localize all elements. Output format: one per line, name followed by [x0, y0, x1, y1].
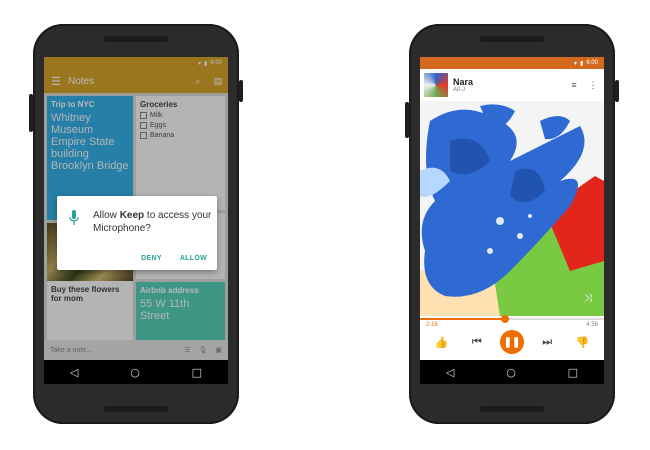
music-screen: ▾ ▮ 6:00 Nara Alt-J ≡ ⋮ ⤨ 2:16 4:56 👍 ⏮ … — [420, 57, 604, 384]
microphone-icon — [69, 210, 79, 225]
dialog-prefix: Allow — [93, 210, 120, 221]
deny-button[interactable]: DENY — [141, 255, 162, 262]
status-time: 6:00 — [586, 60, 598, 66]
signal-icon: ▾ — [573, 60, 577, 67]
dialog-app-name: Keep — [119, 210, 145, 221]
volume-button — [405, 102, 409, 138]
playback-controls: 👍 ⏮ ❚❚ ⏭ 👎 — [420, 330, 604, 354]
album-thumbnail[interactable] — [424, 73, 448, 97]
power-button — [615, 80, 619, 102]
home-icon[interactable]: ○ — [506, 366, 516, 379]
home-icon[interactable]: ○ — [130, 366, 140, 379]
duration-time: 4:56 — [586, 322, 598, 328]
nav-bar: ◁ ○ □ — [420, 360, 604, 384]
previous-icon[interactable]: ⏮ — [465, 336, 489, 349]
next-icon[interactable]: ⏭ — [535, 336, 559, 349]
speaker-grille — [104, 406, 168, 412]
speaker-grille — [480, 36, 544, 42]
back-icon[interactable]: ◁ — [446, 366, 454, 379]
artist-name: Alt-J — [453, 87, 465, 93]
nav-bar: ◁ ○ □ — [44, 360, 228, 384]
progress-knob[interactable] — [500, 315, 509, 323]
permission-dialog: Allow Keep to access your Microphone? DE… — [57, 196, 217, 270]
progress-bar[interactable] — [420, 315, 604, 323]
speaker-grille — [104, 36, 168, 42]
status-icons: ▾ ▮ 6:00 — [420, 57, 604, 69]
pause-button[interactable]: ❚❚ — [499, 330, 524, 354]
back-icon[interactable]: ◁ — [70, 366, 78, 379]
thumbs-up-icon[interactable]: 👍 — [430, 336, 454, 349]
volume-button — [29, 94, 33, 132]
elapsed-time: 2:16 — [426, 322, 438, 328]
recents-icon[interactable]: □ — [568, 366, 578, 379]
shuffle-icon[interactable]: ⤨ — [584, 293, 592, 304]
album-art: ⤨ — [420, 101, 604, 316]
speaker-grille — [480, 406, 544, 412]
allow-button[interactable]: ALLOW — [180, 255, 207, 262]
song-title: Nara — [453, 77, 474, 87]
dialog-actions: DENY ALLOW — [141, 255, 207, 262]
queue-icon[interactable]: ≡ — [567, 80, 581, 90]
progress-fill — [420, 318, 505, 320]
overflow-menu-icon[interactable]: ⋮ — [586, 80, 600, 91]
power-button — [239, 80, 243, 102]
song-info: Nara Alt-J — [453, 77, 473, 93]
thumbs-down-icon[interactable]: 👎 — [570, 336, 594, 349]
keep-screen: ▾ ▮ 6:00 ☰ Notes ⌕ ▤ Trip to NYC Whitney… — [44, 57, 228, 384]
phone-left: ▾ ▮ 6:00 ☰ Notes ⌕ ▤ Trip to NYC Whitney… — [29, 24, 243, 424]
phone-right: ▾ ▮ 6:00 Nara Alt-J ≡ ⋮ ⤨ 2:16 4:56 👍 ⏮ … — [405, 24, 619, 424]
dialog-message: Allow Keep to access your Microphone? — [93, 209, 213, 235]
recents-icon[interactable]: □ — [192, 366, 202, 379]
battery-icon: ▮ — [580, 60, 584, 67]
now-playing-header: Nara Alt-J ≡ ⋮ — [420, 69, 604, 101]
playback-panel: 2:16 4:56 👍 ⏮ ❚❚ ⏭ 👎 — [420, 315, 604, 360]
album-art-graphic — [420, 101, 604, 316]
